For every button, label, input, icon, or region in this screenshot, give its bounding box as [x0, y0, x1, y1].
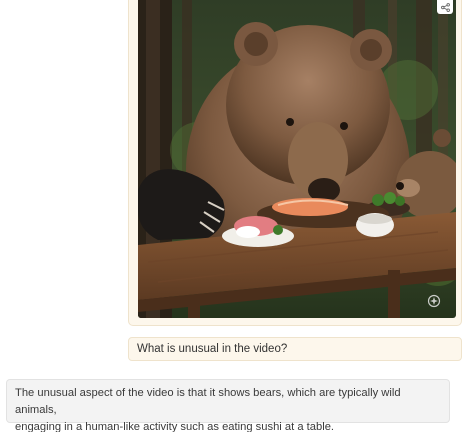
bear-sushi-video-frame[interactable] [138, 0, 456, 318]
share-icon [440, 2, 450, 12]
user-message-text: What is unusual in the video? [137, 343, 288, 355]
chat-page: What is unusual in the video? The unusua… [0, 0, 474, 432]
assistant-message: The unusual aspect of the video is that … [6, 379, 450, 432]
assistant-message-line-1: The unusual aspect of the video is that … [15, 387, 401, 416]
user-image-message [128, 0, 462, 326]
sparkle-watermark-icon [427, 294, 441, 308]
share-button[interactable] [437, 0, 453, 14]
assistant-message-line-2: engaging in a human-like activity such a… [15, 421, 335, 432]
user-message: What is unusual in the video? [128, 337, 462, 361]
